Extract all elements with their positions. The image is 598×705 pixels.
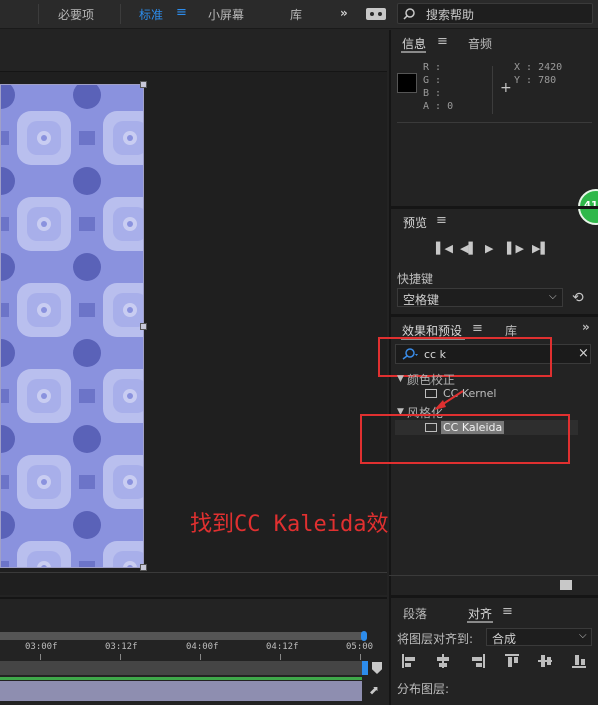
align-bottom-icon[interactable] (572, 654, 586, 668)
tab-info[interactable]: 信息 (402, 35, 426, 52)
panel-divider (389, 206, 598, 209)
align-right-icon[interactable] (471, 654, 485, 668)
info-b: B : (423, 88, 442, 99)
panel-divider (389, 314, 598, 317)
divider (389, 575, 598, 576)
expand-icon[interactable]: ▼ (397, 374, 404, 384)
info-r: R : (423, 62, 442, 73)
overflow-icon[interactable]: » (582, 320, 590, 334)
search-icon (403, 8, 415, 20)
first-frame-icon[interactable]: ▌◀ (436, 242, 453, 255)
shortcut-label: 快捷键 (397, 272, 434, 286)
layer-handle[interactable] (140, 564, 147, 571)
align-v-center-icon[interactable] (538, 654, 552, 668)
layer-bar[interactable] (0, 681, 362, 701)
divider (0, 572, 387, 573)
panel-divider (389, 595, 598, 598)
divider (492, 66, 493, 114)
sync-settings-icon[interactable] (366, 8, 386, 20)
composition-header (0, 30, 387, 72)
divider (397, 122, 592, 123)
render-bar (0, 677, 362, 680)
info-a: A : 0 (423, 101, 454, 112)
info-x: X : 2420 (514, 62, 563, 73)
tree-folder-color-correction[interactable]: 颜色校正 (407, 371, 455, 388)
align-h-center-icon[interactable] (436, 654, 450, 668)
highlight-box (378, 337, 552, 377)
annotation-text: 找到CC Kaleida效果 (190, 512, 411, 537)
time-tick (280, 654, 281, 660)
panel-menu-icon[interactable]: ≡ (437, 34, 448, 49)
workspace-tab-standard[interactable]: 标准 (139, 6, 163, 23)
layer-track[interactable] (0, 661, 362, 675)
workspace-tab-library[interactable]: 库 (290, 6, 302, 23)
chevron-down-icon: ⌵ (579, 630, 587, 641)
playhead[interactable] (362, 661, 368, 675)
clear-icon[interactable]: × (578, 346, 589, 361)
separator (120, 4, 121, 24)
info-y: Y : 780 (514, 75, 557, 86)
preview-panel-title: 预览 (403, 216, 428, 230)
tab-paragraph[interactable]: 段落 (403, 605, 427, 622)
align-to-dropdown[interactable]: 合成 ⌵ (486, 628, 592, 646)
layer-handle[interactable] (140, 81, 147, 88)
graph-icon[interactable]: ⬈ (369, 683, 379, 697)
panel-menu-icon[interactable]: ≡ (472, 321, 483, 336)
chevron-down-icon: ⌵ (549, 291, 557, 302)
shortcut-dropdown[interactable]: 空格键 ⌵ (397, 288, 563, 307)
last-frame-icon[interactable]: ▶▌ (532, 242, 549, 255)
play-icon[interactable]: ▶ (485, 242, 493, 255)
workspace-bar: 必要项 标准 ≡ 小屏幕 库 » 搜索帮助 (0, 0, 598, 29)
active-tab-indicator (401, 51, 426, 53)
workspace-tab-essentials[interactable]: 必要项 (58, 6, 94, 23)
time-tick (200, 654, 201, 660)
align-left-icon[interactable] (402, 654, 416, 668)
next-frame-icon[interactable]: ▌▶ (507, 242, 524, 255)
time-label: 05:00 (346, 642, 374, 652)
shortcut-value: 空格键 (403, 293, 440, 307)
reset-icon[interactable]: ⟲ (572, 290, 584, 306)
highlight-box (360, 414, 570, 464)
align-to-value: 合成 (492, 632, 517, 646)
prev-frame-icon[interactable]: ◀▌ (460, 242, 477, 255)
active-tab-indicator (467, 621, 493, 623)
arrow-annotation (434, 390, 464, 410)
color-swatch (397, 73, 417, 93)
align-to-label: 将图层对齐到: (397, 632, 474, 646)
crosshair-icon: + (500, 80, 512, 96)
help-search-input[interactable]: 搜索帮助 (397, 3, 593, 24)
work-area-bar[interactable] (0, 632, 364, 640)
workspace-tab-small-screen[interactable]: 小屏幕 (208, 6, 244, 23)
time-label: 04:00f (186, 642, 219, 652)
time-label: 03:00f (25, 642, 58, 652)
separator (38, 4, 39, 24)
time-label: 03:12f (105, 642, 138, 652)
distribute-label: 分布图层: (397, 682, 450, 696)
time-tick (360, 654, 361, 660)
new-folder-icon[interactable] (560, 580, 572, 590)
time-label: 04:12f (266, 642, 299, 652)
align-top-icon[interactable] (505, 654, 519, 668)
overflow-icon[interactable]: » (340, 6, 348, 20)
help-search-placeholder: 搜索帮助 (426, 8, 475, 22)
work-area-end-handle[interactable] (361, 631, 367, 641)
tab-audio[interactable]: 音频 (468, 35, 492, 52)
kaleida-pattern-image (0, 84, 144, 568)
time-tick (40, 654, 41, 660)
info-g: G : (423, 75, 442, 86)
panel-menu-icon[interactable]: ≡ (436, 213, 447, 228)
time-tick (120, 654, 121, 660)
panel-menu-icon[interactable]: ≡ (502, 604, 513, 619)
menu-icon[interactable]: ≡ (176, 5, 187, 20)
layer-handle[interactable] (140, 323, 147, 330)
tab-align[interactable]: 对齐 (468, 605, 492, 622)
